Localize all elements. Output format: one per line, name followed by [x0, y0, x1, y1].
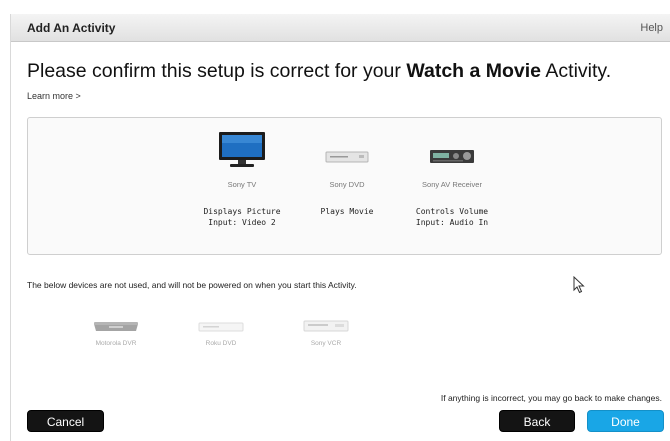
- unused-device-roku-dvd: Roku DVD: [181, 316, 261, 356]
- mouse-pointer-icon: [573, 276, 585, 294]
- vcr-icon: [303, 320, 349, 332]
- activity-name: Watch a Movie: [406, 60, 542, 82]
- device-input: Input: Audio In: [415, 218, 489, 227]
- av-receiver-icon: [430, 150, 474, 163]
- device-sony-av-receiver: Sony AV Receiver Controls Volume Input: …: [402, 132, 502, 247]
- device-name: Sony VCR: [310, 340, 342, 347]
- learn-more-link[interactable]: Learn more >: [27, 91, 81, 101]
- dvr-icon: [94, 322, 138, 331]
- done-button[interactable]: Done: [587, 410, 664, 432]
- unused-device-sony-vcr: Sony VCR: [286, 316, 366, 356]
- device-input: Input: Video 2: [208, 218, 276, 227]
- device-name: Sony DVD: [329, 180, 365, 189]
- page-title: Please confirm this setup is correct for…: [27, 60, 611, 83]
- unused-devices-note: The below devices are not used, and will…: [27, 280, 357, 290]
- device-sony-dvd: Sony DVD Plays Movie: [297, 132, 397, 247]
- dvd-player-icon: [325, 151, 369, 163]
- cancel-button[interactable]: Cancel: [27, 410, 104, 432]
- device-name: Sony TV: [227, 180, 257, 189]
- add-activity-dialog: Add An Activity Help Please confirm this…: [10, 14, 670, 441]
- device-role: Plays Movie: [320, 207, 374, 216]
- footer-note: If anything is incorrect, you may go bac…: [440, 393, 662, 403]
- dialog-titlebar: Add An Activity Help: [11, 14, 670, 42]
- device-sony-tv: Sony TV Displays Picture Input: Video 2: [192, 132, 292, 247]
- unused-device-motorola-dvr: Motorola DVR: [76, 316, 156, 356]
- dvd-player-icon: [198, 322, 244, 332]
- title-prefix: Please confirm this setup is correct for…: [27, 60, 407, 82]
- dialog-title: Add An Activity: [27, 21, 116, 35]
- used-devices-panel: Sony TV Displays Picture Input: Video 2 …: [27, 117, 662, 255]
- device-name: Sony AV Receiver: [422, 180, 482, 189]
- device-role: Controls Volume: [415, 207, 489, 216]
- device-name: Roku DVD: [205, 340, 237, 347]
- tv-icon: [219, 132, 265, 167]
- title-suffix: Activity.: [541, 60, 612, 82]
- device-role: Displays Picture: [203, 207, 281, 216]
- device-name: Motorola DVR: [95, 340, 137, 347]
- help-link[interactable]: Help: [640, 22, 663, 34]
- back-button[interactable]: Back: [499, 410, 575, 432]
